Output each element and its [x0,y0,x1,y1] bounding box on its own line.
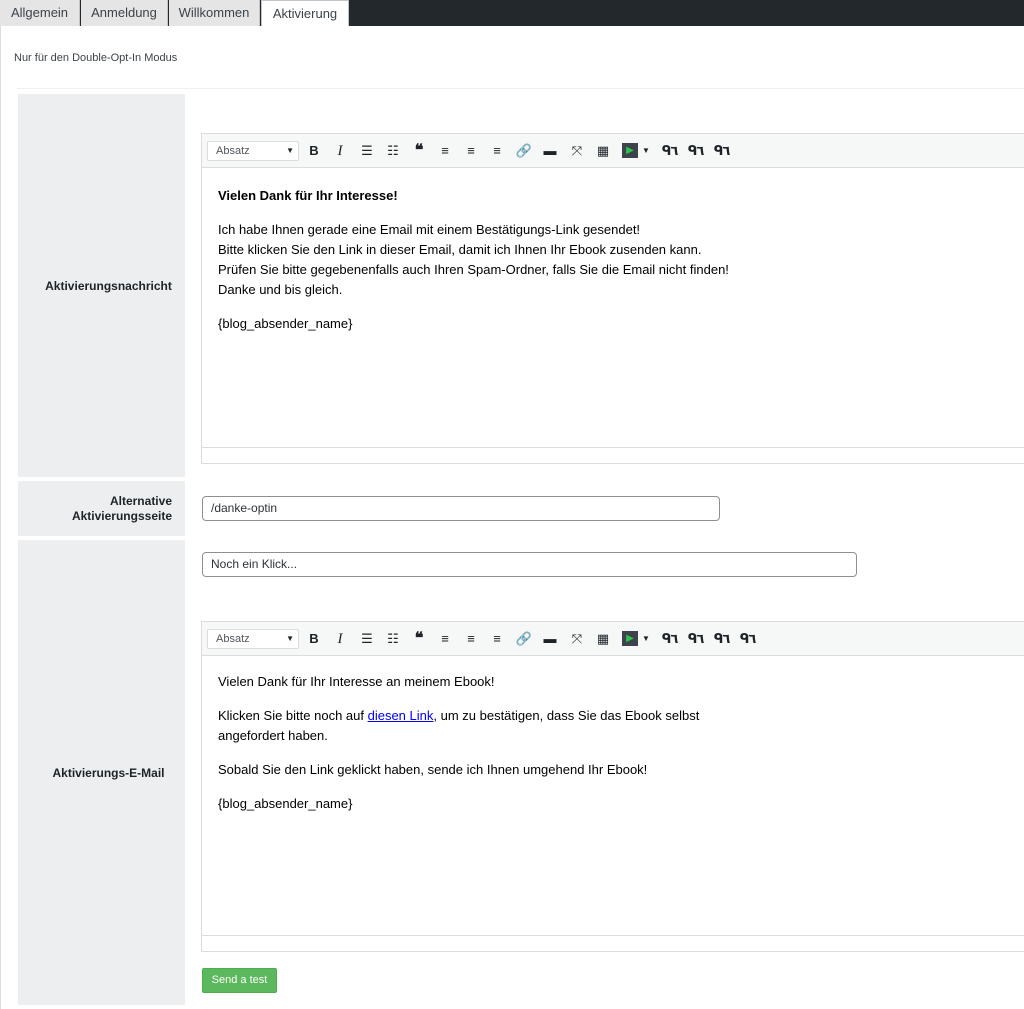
label-alternative-aktivierungsseite: Alternative Aktivierungsseite [18,481,185,536]
align-center-icon[interactable]: ≡ [460,629,482,649]
numbered-list-icon[interactable]: ☷ [382,629,404,649]
section-divider [17,88,1024,89]
read-more-icon[interactable]: ▬ [539,629,561,649]
shortcode-icon[interactable]: ᑫ٦ [659,141,681,161]
email-paragraph: Sobald Sie den Link geklickt haben, send… [218,762,648,777]
label-text: Aktivierungs-E-Mail [52,765,165,780]
tab-allgemein[interactable]: Allgemein [0,0,80,26]
shortcode-icon[interactable]: ᑫ٦ [685,629,707,649]
editor-toolbar: Absatz ▼ B I ☰ ☷ ❝ ≡ ≡ ≡ 🔗 ▬ ⤧ ▦ ▶ ▼ ᑫ٦ … [202,134,1024,168]
intro-text: Nur für den Double-Opt-In Modus [14,52,178,64]
format-select[interactable]: Absatz ▼ [207,141,299,161]
editor-status-bar [202,447,1024,463]
format-select-value: Absatz [216,145,250,157]
align-right-icon[interactable]: ≡ [486,141,508,161]
message-signature: {blog_absender_name} [218,316,353,331]
label-text: Alternative Aktivierungsseite [71,493,172,523]
link-icon[interactable]: 🔗 [513,629,535,649]
email-text: angefordert haben. [218,728,328,743]
shortcode-icon[interactable]: ᑫ٦ [659,629,681,649]
format-select-value: Absatz [216,633,250,645]
media-play-icon[interactable]: ▶ [622,143,638,158]
activation-email-editor: Absatz ▼ B I ☰ ☷ ❝ ≡ ≡ ≡ 🔗 ▬ ⤧ ▦ ▶ ▼ ᑫ٦ … [201,621,1024,952]
align-center-icon[interactable]: ≡ [460,141,482,161]
editor-content[interactable]: Vielen Dank für Ihr Interesse! Ich habe … [202,168,1024,334]
email-text: , um zu bestätigen, dass Sie das Ebook s… [433,708,700,723]
italic-icon[interactable]: I [329,141,351,161]
tab-aktivierung[interactable]: Aktivierung [261,0,349,26]
message-line: Prüfen Sie bitte gegebenenfalls auch Ihr… [218,262,729,277]
email-signature: {blog_absender_name} [218,796,353,811]
page-left-border [0,26,1,1009]
tab-willkommen[interactable]: Willkommen [169,0,260,26]
message-heading: Vielen Dank für Ihr Interesse! [218,188,398,203]
read-more-icon[interactable]: ▬ [539,141,561,161]
bold-icon[interactable]: B [303,629,325,649]
numbered-list-icon[interactable]: ☷ [382,141,404,161]
tab-anmeldung[interactable]: Anmeldung [81,0,168,26]
editor-toolbar: Absatz ▼ B I ☰ ☷ ❝ ≡ ≡ ≡ 🔗 ▬ ⤧ ▦ ▶ ▼ ᑫ٦ … [202,622,1024,656]
message-line: Bitte klicken Sie den Link in dieser Ema… [218,242,702,257]
message-line: Ich habe Ihnen gerade eine Email mit ein… [218,222,641,237]
shortcode-icon[interactable]: ᑫ٦ [737,629,759,649]
keyboard-icon[interactable]: ▦ [592,141,614,161]
editor-status-bar [202,935,1024,951]
dropdown-icon[interactable]: ▼ [641,141,651,161]
email-subject-input[interactable]: Noch ein Klick... [202,552,857,577]
media-play-icon[interactable]: ▶ [622,631,638,646]
fullscreen-icon[interactable]: ⤧ [566,629,588,649]
label-text: Aktivierungsnachricht [45,278,172,293]
shortcode-icon[interactable]: ᑫ٦ [685,141,707,161]
format-select[interactable]: Absatz ▼ [207,629,299,649]
label-aktivierungs-e-mail: Aktivierungs-E-Mail [18,540,185,1005]
message-line: Danke und bis gleich. [218,282,343,297]
keyboard-icon[interactable]: ▦ [592,629,614,649]
editor-content[interactable]: Vielen Dank für Ihr Interesse an meinem … [202,656,1024,814]
blockquote-icon[interactable]: ❝ [408,141,430,161]
email-paragraph: Vielen Dank für Ihr Interesse an meinem … [218,674,495,689]
bullet-list-icon[interactable]: ☰ [356,629,378,649]
align-left-icon[interactable]: ≡ [434,141,456,161]
alt-page-input[interactable]: /danke-optin [202,496,720,521]
chevron-down-icon: ▼ [286,146,294,155]
send-test-button[interactable]: Send a test [202,968,277,993]
link-icon[interactable]: 🔗 [513,141,535,161]
shortcode-icon[interactable]: ᑫ٦ [711,629,733,649]
shortcode-icon[interactable]: ᑫ٦ [711,141,733,161]
align-right-icon[interactable]: ≡ [486,629,508,649]
blockquote-icon[interactable]: ❝ [408,629,430,649]
tab-bar: Allgemein Anmeldung Willkommen Aktivieru… [0,0,1024,26]
chevron-down-icon: ▼ [286,634,294,643]
message-body: Ich habe Ihnen gerade eine Email mit ein… [218,220,1008,300]
label-aktivierungsnachricht: Aktivierungsnachricht [18,94,185,477]
align-left-icon[interactable]: ≡ [434,629,456,649]
email-text: Klicken Sie bitte noch auf [218,708,368,723]
email-paragraph: Klicken Sie bitte noch auf diesen Link, … [218,706,1008,746]
dropdown-icon[interactable]: ▼ [641,629,651,649]
activation-message-editor: Absatz ▼ B I ☰ ☷ ❝ ≡ ≡ ≡ 🔗 ▬ ⤧ ▦ ▶ ▼ ᑫ٦ … [201,133,1024,464]
italic-icon[interactable]: I [329,629,351,649]
bullet-list-icon[interactable]: ☰ [356,141,378,161]
fullscreen-icon[interactable]: ⤧ [566,141,588,161]
confirm-link[interactable]: diesen Link [368,708,434,723]
bold-icon[interactable]: B [303,141,325,161]
